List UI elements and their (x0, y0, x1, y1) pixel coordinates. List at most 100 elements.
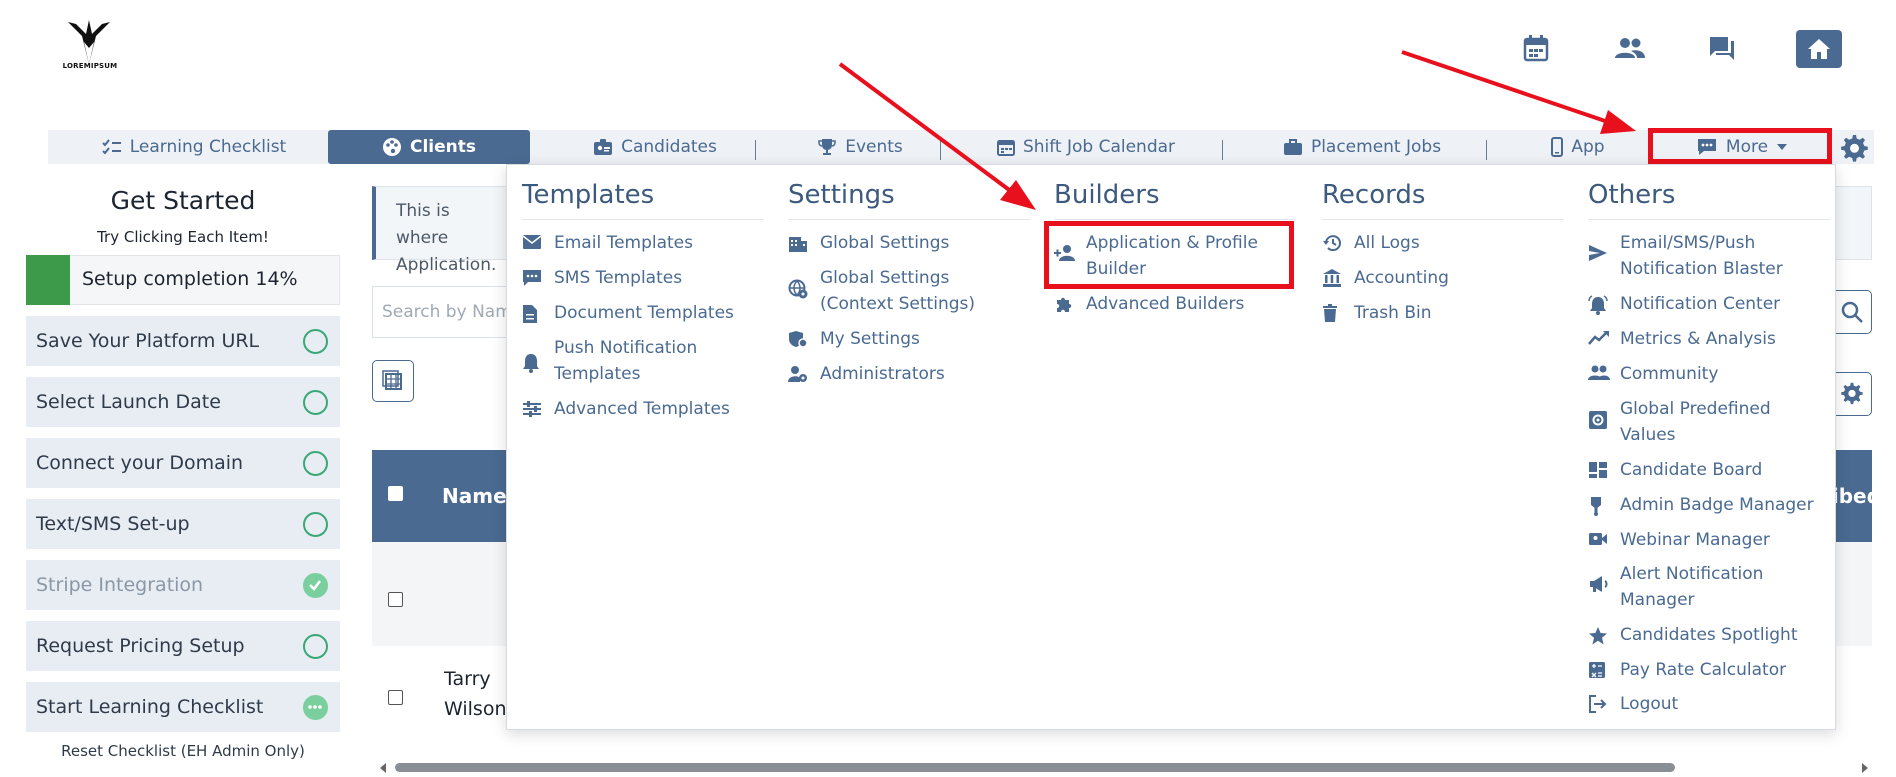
nav-events[interactable]: Events (780, 130, 940, 164)
menu-global-predefined-values[interactable]: Global Predefined Values (1588, 396, 1820, 448)
row-name: Tarry Wilson (444, 668, 507, 720)
table-view-button[interactable] (372, 360, 414, 402)
nav-label: Events (845, 137, 903, 157)
nav-label: Shift Job Calendar (1022, 137, 1176, 157)
menu-notification-center[interactable]: Notification Center (1588, 291, 1820, 317)
dashboard-icon (1588, 457, 1610, 483)
menu-all-logs[interactable]: All Logs (1322, 230, 1554, 256)
messages-button[interactable] (1704, 30, 1740, 66)
table-settings-button[interactable] (1832, 372, 1872, 416)
info-banner-text: This is where Application. (396, 201, 497, 275)
trophy-icon (818, 139, 836, 155)
horizontal-scrollbar[interactable] (395, 763, 1675, 772)
step-label: Text/SMS Set-up (36, 513, 190, 535)
row-checkbox[interactable] (388, 592, 403, 607)
nav-separator (755, 140, 756, 160)
badge-icon (1588, 492, 1610, 518)
calendar-icon (996, 140, 1015, 156)
menu-alert-notification-manager[interactable]: Alert Notification Manager (1588, 561, 1820, 613)
menu-advanced-builders[interactable]: Advanced Builders (1054, 291, 1286, 317)
row-checkbox[interactable] (388, 690, 403, 705)
palette-icon (382, 138, 401, 156)
nav-separator (940, 140, 941, 160)
menu-section-records: Records (1322, 180, 1426, 210)
nav-label: Learning Checklist (129, 137, 287, 157)
nav-label: App (1571, 137, 1605, 157)
nav-label: Clients (409, 137, 476, 157)
search-placeholder: Search by Name (382, 302, 510, 322)
id-badge-icon (594, 139, 613, 155)
step-connect-domain[interactable]: Connect your Domain (26, 438, 340, 488)
scroll-left-arrow-icon[interactable] (378, 762, 388, 774)
menu-sms-templates[interactable]: SMS Templates (522, 265, 754, 291)
setup-progress-fill (26, 255, 70, 305)
gear-icon (1841, 382, 1863, 405)
menu-document-templates[interactable]: Document Templates (522, 300, 754, 326)
step-text-sms-setup[interactable]: Text/SMS Set-up (26, 499, 340, 549)
menu-push-notification-templates[interactable]: Push Notification Templates (522, 335, 754, 387)
calendar-icon (1523, 35, 1549, 62)
status-circle-icon (303, 634, 328, 659)
step-save-platform-url[interactable]: Save Your Platform URL (26, 316, 340, 366)
section-divider (1588, 219, 1830, 220)
step-request-pricing-setup[interactable]: Request Pricing Setup (26, 621, 340, 671)
step-stripe-integration[interactable]: Stripe Integration (26, 560, 340, 610)
sms-icon (522, 265, 544, 291)
checklist-icon (102, 139, 121, 155)
menu-my-settings[interactable]: My Settings (788, 326, 1020, 352)
people-button[interactable] (1612, 30, 1648, 66)
menu-administrators[interactable]: Administrators (788, 361, 1020, 387)
scroll-right-arrow-icon[interactable] (1860, 762, 1870, 774)
section-divider (1322, 219, 1564, 220)
nav-label: Candidates (621, 137, 717, 157)
briefcase-icon (1283, 139, 1302, 155)
menu-webinar-manager[interactable]: Webinar Manager (1588, 527, 1820, 553)
menu-logout[interactable]: Logout (1588, 691, 1820, 717)
step-start-learning-checklist[interactable]: Start Learning Checklist (26, 682, 340, 732)
status-circle-icon (303, 390, 328, 415)
column-header-name[interactable]: Name (442, 484, 507, 508)
status-circle-icon (303, 512, 328, 537)
chat-icon (1710, 37, 1734, 60)
history-icon (1322, 230, 1344, 256)
menu-trash-bin[interactable]: Trash Bin (1322, 300, 1554, 326)
step-select-launch-date[interactable]: Select Launch Date (26, 377, 340, 427)
calendar-button[interactable] (1518, 30, 1554, 66)
nav-placement-jobs[interactable]: Placement Jobs (1264, 130, 1460, 164)
building-icon (788, 230, 810, 256)
envelope-icon (522, 230, 544, 256)
menu-community[interactable]: Community (1588, 361, 1820, 387)
step-label: Connect your Domain (36, 452, 244, 474)
nav-shift-job-calendar[interactable]: Shift Job Calendar (976, 130, 1196, 164)
menu-global-settings[interactable]: Global Settings (788, 230, 1020, 256)
user-shield-icon (788, 326, 810, 352)
gear-box-icon (1588, 396, 1610, 448)
settings-gear-button[interactable] (1838, 132, 1868, 162)
globe-gear-icon (788, 265, 810, 317)
menu-accounting[interactable]: Accounting (1322, 265, 1554, 291)
menu-metrics-analysis[interactable]: Metrics & Analysis (1588, 326, 1820, 352)
menu-advanced-templates[interactable]: Advanced Templates (522, 396, 754, 422)
nav-app[interactable]: App (1530, 130, 1626, 164)
trend-icon (1588, 326, 1610, 352)
home-button[interactable] (1796, 30, 1842, 68)
nav-learning-checklist[interactable]: Learning Checklist (96, 130, 292, 164)
nav-candidates[interactable]: Candidates (560, 130, 750, 164)
send-icon (1588, 230, 1610, 282)
menu-global-settings-context[interactable]: Global Settings (Context Settings) (788, 265, 1020, 317)
step-label: Start Learning Checklist (36, 696, 264, 718)
menu-candidates-spotlight[interactable]: Candidates Spotlight (1588, 622, 1820, 648)
menu-admin-badge-manager[interactable]: Admin Badge Manager (1588, 492, 1820, 518)
search-icon (1841, 301, 1863, 323)
menu-notification-blaster[interactable]: Email/SMS/Push Notification Blaster (1588, 230, 1820, 282)
nav-clients[interactable]: Clients (328, 130, 530, 164)
menu-email-templates[interactable]: Email Templates (522, 230, 754, 256)
step-label: Save Your Platform URL (36, 330, 260, 352)
search-button[interactable] (1832, 290, 1872, 334)
menu-pay-rate-calculator[interactable]: Pay Rate Calculator (1588, 657, 1820, 683)
bank-icon (1322, 265, 1344, 291)
people-icon (1615, 38, 1645, 58)
menu-candidate-board[interactable]: Candidate Board (1588, 457, 1820, 483)
reset-checklist-link[interactable]: Reset Checklist (EH Admin Only) (26, 742, 340, 760)
select-all-checkbox[interactable] (388, 486, 403, 501)
